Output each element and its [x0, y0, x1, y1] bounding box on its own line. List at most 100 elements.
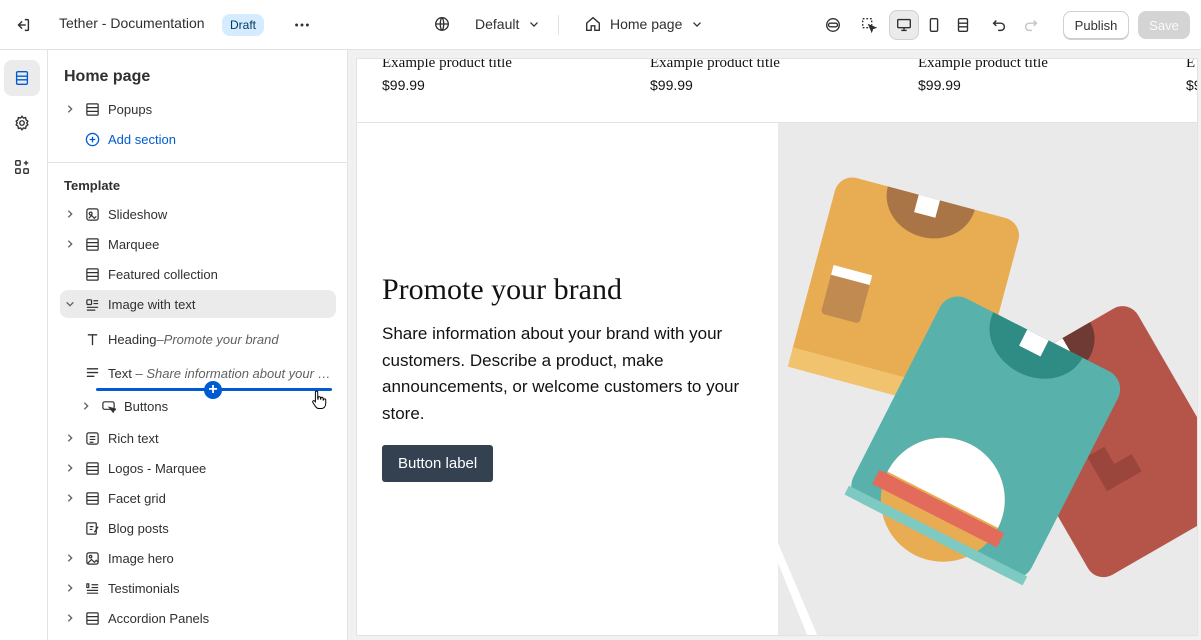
chevron-right-icon[interactable] — [64, 613, 76, 623]
heading-icon — [84, 331, 100, 347]
exit-icon[interactable] — [8, 10, 38, 40]
chevron-right-icon[interactable] — [64, 209, 76, 219]
mobile-view-icon[interactable] — [919, 10, 949, 40]
text-icon — [84, 365, 100, 381]
section-row-image-with-text[interactable]: Image with text — [60, 290, 336, 318]
section-row-image-hero[interactable]: Image hero — [60, 544, 336, 572]
publish-button[interactable]: Publish — [1063, 11, 1129, 39]
iwt-heading[interactable]: Promote your brand — [382, 273, 752, 307]
section-row-slideshow[interactable]: Slideshow — [60, 200, 336, 228]
page-dropdown-label: Home page — [610, 16, 683, 32]
featured-collection-strip: Example product title $99.99 Example pro… — [357, 58, 1197, 123]
more-actions-icon[interactable] — [287, 10, 317, 40]
product-card[interactable]: Example product title $99.99 — [382, 58, 512, 93]
section-label: Blog posts — [108, 520, 169, 536]
chevron-right-icon[interactable] — [64, 433, 76, 443]
block-sublabel: Promote your brand — [163, 331, 279, 347]
product-card[interactable]: Example product title $99.99 — [918, 59, 1048, 93]
button-icon — [100, 398, 116, 414]
section-label: Featured collection — [108, 266, 218, 282]
theme-dropdown-label: Default — [475, 16, 520, 32]
undo-icon[interactable] — [984, 10, 1014, 40]
chevron-right-icon[interactable] — [64, 239, 76, 249]
top-bar: Tether - Documentation Draft Default Hom… — [0, 0, 1201, 50]
left-rail — [0, 50, 48, 640]
iwt-body-text[interactable]: Share information about your brand with … — [382, 321, 752, 427]
section-row-testimonials[interactable]: Testimonials — [60, 574, 336, 602]
section-label: Image hero — [108, 550, 174, 566]
block-label: Text — [108, 365, 132, 381]
image-icon — [84, 550, 100, 566]
apps-icon[interactable] — [4, 149, 40, 185]
draft-badge: Draft — [222, 14, 265, 36]
add-section-label: Add section — [108, 131, 176, 147]
section-icon — [84, 266, 100, 282]
blog-icon — [84, 520, 100, 536]
inspector-icon[interactable] — [854, 10, 884, 40]
product-card[interactable]: Example product title $99.99 — [650, 58, 780, 93]
chevron-right-icon[interactable] — [64, 553, 76, 563]
product-title: E — [1186, 58, 1196, 71]
page-dropdown[interactable]: Home page — [584, 15, 704, 33]
save-button[interactable]: Save — [1138, 11, 1190, 39]
plus-circle-icon — [84, 131, 100, 147]
product-title: Example product title — [650, 58, 780, 71]
block-row-buttons[interactable]: Buttons — [76, 392, 336, 420]
toolbar-divider — [558, 15, 559, 35]
section-label: Facet grid — [108, 490, 166, 506]
iwt-image[interactable] — [778, 123, 1197, 635]
section-label: Marquee — [108, 236, 160, 252]
settings-gear-icon[interactable] — [4, 105, 40, 141]
chevron-down-icon[interactable] — [64, 299, 76, 309]
section-label: Slideshow — [108, 206, 168, 222]
globe-icon — [435, 17, 449, 31]
home-icon — [586, 16, 600, 31]
chevron-down-icon — [530, 22, 539, 27]
testimonial-icon — [84, 580, 100, 596]
block-row-heading[interactable]: Heading – Promote your brand — [76, 325, 336, 353]
add-section-button[interactable]: Add section — [60, 125, 336, 153]
section-row-blog-posts[interactable]: Blog posts — [60, 514, 336, 542]
product-title: Example product title — [382, 58, 512, 71]
section-row-featured-collection[interactable]: Featured collection — [60, 260, 336, 288]
chevron-right-icon[interactable] — [64, 493, 76, 503]
store-title: Tether - Documentation — [59, 15, 205, 31]
section-icon — [84, 236, 100, 252]
sections-panel: Home page Popups Add section Template Sl… — [48, 50, 348, 640]
theme-dropdown[interactable]: Default — [433, 15, 541, 33]
chevron-right-icon[interactable] — [64, 104, 76, 114]
section-label: Image with text — [108, 296, 196, 312]
section-row-marquee[interactable]: Marquee — [60, 230, 336, 258]
section-label: Logos - Marquee — [108, 460, 207, 476]
product-price: $99.99 — [382, 77, 425, 93]
redo-icon[interactable] — [1016, 10, 1046, 40]
section-icon — [84, 101, 100, 117]
block-separator: – — [156, 331, 164, 347]
section-row-accordion-panels[interactable]: Accordion Panels — [60, 604, 336, 632]
iwt-button[interactable]: Button label — [382, 445, 494, 482]
product-price: $9 — [1186, 77, 1197, 93]
preview-canvas[interactable]: Example product title $99.99 Example pro… — [356, 58, 1198, 636]
section-label: Accordion Panels — [108, 610, 210, 626]
section-row-logos-marquee[interactable]: Logos - Marquee — [60, 454, 336, 482]
pointer-hand-icon — [310, 390, 328, 415]
block-label: Heading — [108, 331, 157, 347]
section-row-rich-text[interactable]: Rich text — [60, 424, 336, 452]
image-with-text-content: Promote your brand Share information abo… — [382, 273, 752, 482]
product-card[interactable]: E $9 — [1186, 58, 1197, 93]
block-sublabel: Share information about your brand with … — [146, 365, 336, 381]
chevron-right-icon[interactable] — [64, 463, 76, 473]
slideshow-icon — [84, 206, 100, 222]
sections-icon[interactable] — [4, 60, 40, 96]
fullscreen-icon[interactable] — [948, 10, 978, 40]
chevron-right-icon[interactable] — [64, 583, 76, 593]
image-text-icon — [84, 296, 100, 312]
ai-assistant-icon[interactable] — [818, 10, 848, 40]
chevron-right-icon[interactable] — [80, 401, 92, 411]
desktop-view-icon[interactable] — [889, 10, 919, 40]
section-icon — [84, 610, 100, 626]
section-row-popups[interactable]: Popups — [60, 95, 336, 123]
section-row-facet-grid[interactable]: Facet grid — [60, 484, 336, 512]
block-separator: – — [131, 365, 147, 381]
panel-divider — [48, 162, 347, 163]
